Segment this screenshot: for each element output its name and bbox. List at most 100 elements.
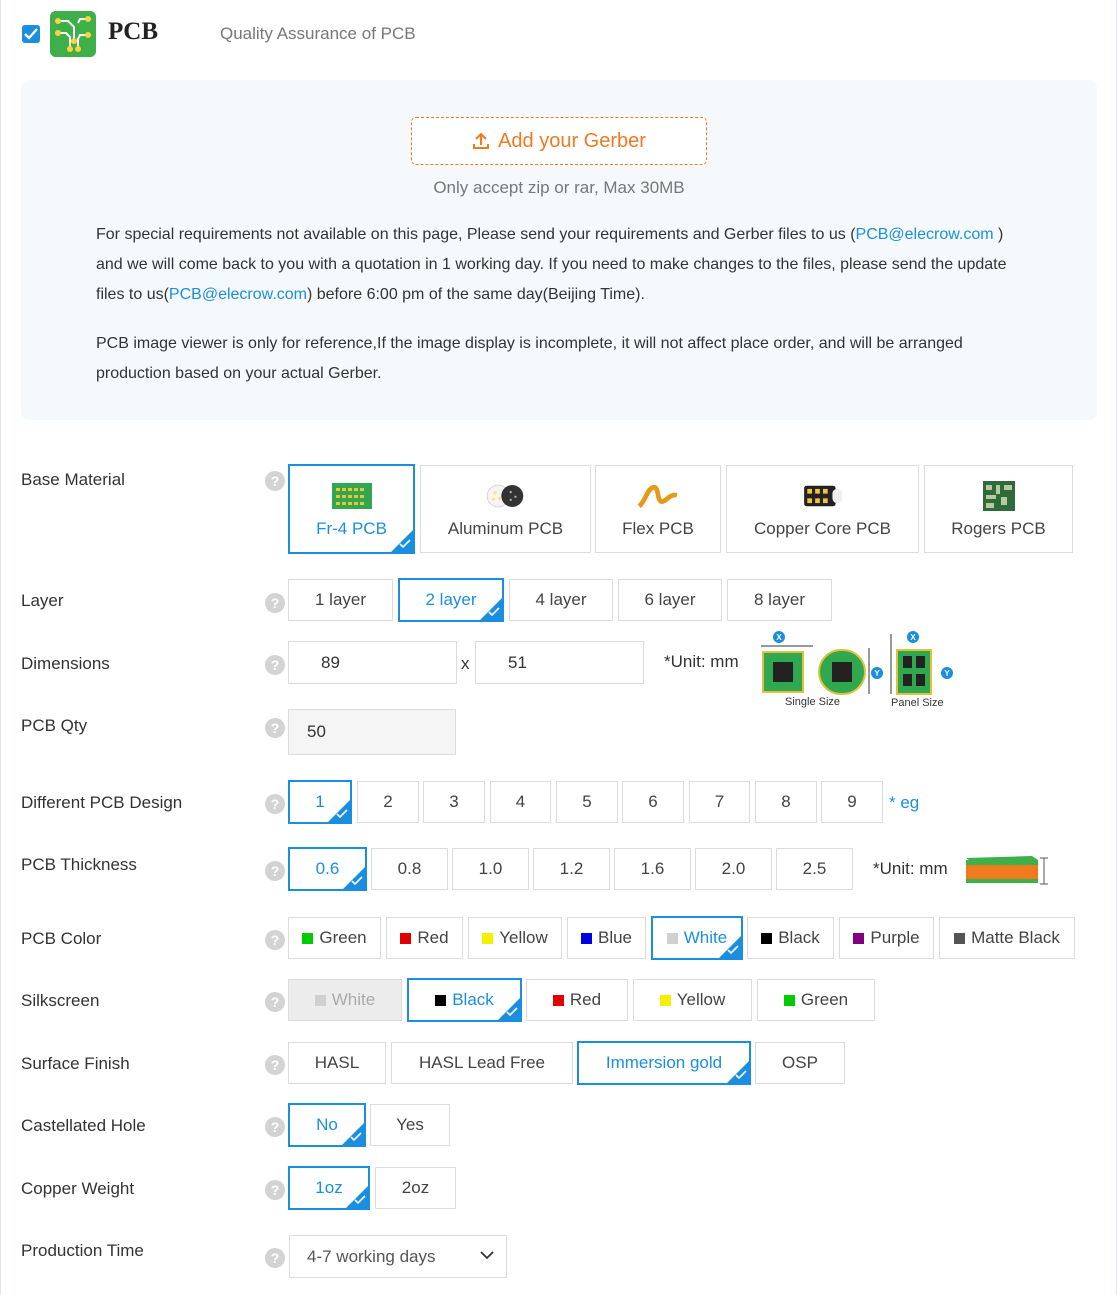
material-copper-core[interactable]: Copper Core PCB — [726, 465, 919, 553]
silkscreen-black[interactable]: Black — [407, 978, 522, 1022]
design-option-5[interactable]: 5 — [556, 781, 618, 823]
thickness-unit: *Unit: mm — [873, 859, 948, 878]
design-option-7[interactable]: 7 — [689, 781, 750, 823]
dimension-x-input[interactable]: 89 — [288, 641, 457, 684]
help-icon[interactable]: ? — [265, 1180, 285, 1200]
help-icon[interactable]: ? — [265, 718, 285, 738]
help-icon[interactable]: ? — [265, 655, 285, 675]
purple-swatch — [853, 932, 865, 944]
color-name: Green — [319, 928, 367, 947]
design-option-3[interactable]: 3 — [423, 781, 485, 823]
layer-option-2[interactable]: 2 layer — [398, 578, 504, 622]
thickness-option-1-0[interactable]: 1.0 — [452, 848, 529, 890]
design-option-2[interactable]: 2 — [357, 781, 419, 823]
layer-option-4[interactable]: 4 layer — [509, 579, 613, 621]
pcb-color-yellow[interactable]: Yellow — [468, 917, 562, 959]
design-option-9[interactable]: 9 — [821, 781, 883, 823]
silkscreen-yellow[interactable]: Yellow — [633, 979, 752, 1021]
material-rogers[interactable]: Rogers PCB — [924, 465, 1073, 553]
qty-label: PCB Qty — [21, 716, 88, 735]
white-swatch — [314, 994, 326, 1006]
upload-icon — [473, 132, 490, 149]
pcb-color-label: PCB Color — [21, 929, 102, 948]
pcb-color-red[interactable]: Red — [386, 917, 463, 959]
panel-size-caption: Panel Size — [891, 697, 944, 709]
castellated-no[interactable]: No — [288, 1103, 366, 1147]
design-option-6[interactable]: 6 — [622, 781, 684, 823]
help-icon[interactable]: ? — [265, 1117, 285, 1137]
thickness-option-1-2[interactable]: 1.2 — [533, 848, 610, 890]
color-name: Black — [778, 928, 820, 947]
chevron-down-icon — [480, 1251, 494, 1260]
silkscreen-red[interactable]: Red — [526, 979, 628, 1021]
layer-label-2: 2 layer — [425, 590, 477, 609]
material-aluminum[interactable]: Aluminum PCB — [420, 465, 591, 553]
silkscreen-green[interactable]: Green — [757, 979, 875, 1021]
production-time-select[interactable]: 4-7 working days — [289, 1235, 507, 1278]
thickness-option-2-5[interactable]: 2.5 — [776, 848, 853, 890]
help-icon[interactable]: ? — [265, 992, 285, 1012]
surface-osp[interactable]: OSP — [755, 1042, 845, 1084]
pcb-color-matte-black[interactable]: Matte Black — [939, 917, 1075, 959]
production-time-label: Production Time — [21, 1241, 144, 1260]
green-swatch — [783, 994, 795, 1006]
thickness-label-0-6: 0.6 — [315, 859, 340, 878]
design-eg-link[interactable]: * eg — [889, 793, 919, 813]
pcb-color-blue[interactable]: Blue — [567, 917, 646, 959]
design-option-4[interactable]: 4 — [490, 781, 551, 823]
material-flex[interactable]: Flex PCB — [595, 465, 721, 553]
pcb-color-black[interactable]: Black — [747, 917, 834, 959]
upload-panel: Add your Gerber Only accept zip or rar, … — [21, 80, 1097, 420]
surface-label: Immersion gold — [605, 1053, 723, 1072]
pcb-color-purple[interactable]: Purple — [839, 917, 934, 959]
thickness-option-1-6[interactable]: 1.6 — [614, 848, 691, 890]
help-icon[interactable]: ? — [265, 593, 285, 613]
copper-core-board-icon — [803, 485, 842, 507]
material-label: Fr-4 PCB — [316, 519, 387, 538]
copper-2oz[interactable]: 2oz — [375, 1167, 456, 1209]
qty-input[interactable]: 50 — [288, 709, 456, 755]
layer-option-1[interactable]: 1 layer — [288, 579, 393, 621]
design-option-8[interactable]: 8 — [755, 781, 817, 823]
surface-hasl[interactable]: HASL — [288, 1042, 386, 1084]
silk-name: White — [331, 990, 376, 1009]
help-icon[interactable]: ? — [265, 1055, 285, 1075]
castellated-yes[interactable]: Yes — [370, 1104, 450, 1146]
silkscreen-white: White — [288, 979, 402, 1021]
yellow-swatch — [482, 932, 494, 944]
copper-label-1oz: 1oz — [315, 1178, 343, 1197]
thickness-option-2-0[interactable]: 2.0 — [695, 848, 772, 890]
material-label: Rogers PCB — [951, 519, 1046, 538]
design-option-1[interactable]: 1 — [288, 780, 352, 824]
silk-name: Red — [569, 990, 602, 1009]
layer-option-6[interactable]: 6 layer — [618, 579, 722, 621]
email-link[interactable]: PCB@elecrow.com — [856, 226, 994, 243]
pcb-checkbox[interactable] — [22, 25, 40, 43]
thickness-option-0-8[interactable]: 0.8 — [371, 848, 448, 890]
production-time-value: 4-7 working days — [307, 1246, 436, 1266]
add-gerber-label: Add your Gerber — [498, 129, 646, 152]
material-fr4[interactable]: Fr-4 PCB — [288, 464, 415, 554]
fr4-board-icon — [331, 483, 372, 509]
dimension-y-input[interactable]: 51 — [475, 641, 644, 684]
email-link-2[interactable]: PCB@elecrow.com — [169, 286, 307, 303]
surface-hasl-lead-free[interactable]: HASL Lead Free — [391, 1042, 573, 1084]
pcb-color-green[interactable]: Green — [288, 917, 381, 959]
copper-1oz[interactable]: 1oz — [288, 1166, 370, 1210]
green-swatch — [302, 932, 314, 944]
help-icon[interactable]: ? — [265, 930, 285, 950]
add-gerber-button[interactable]: Add your Gerber — [411, 117, 707, 165]
help-icon[interactable]: ? — [265, 861, 285, 881]
surface-finish-label: Surface Finish — [21, 1054, 130, 1073]
help-icon[interactable]: ? — [265, 471, 285, 491]
help-icon[interactable]: ? — [265, 1248, 285, 1268]
surface-immersion-gold[interactable]: Immersion gold — [577, 1041, 751, 1085]
size-diagram-icon: X Y Single Size X Y Panel Size — [761, 631, 953, 709]
yellow-swatch — [659, 994, 671, 1006]
matte-black-swatch — [954, 932, 966, 944]
color-name: Yellow — [499, 928, 548, 947]
layer-option-8[interactable]: 8 layer — [727, 579, 832, 621]
thickness-option-0-6[interactable]: 0.6 — [288, 847, 367, 891]
pcb-color-white[interactable]: White — [651, 916, 743, 960]
help-icon[interactable]: ? — [265, 794, 285, 814]
